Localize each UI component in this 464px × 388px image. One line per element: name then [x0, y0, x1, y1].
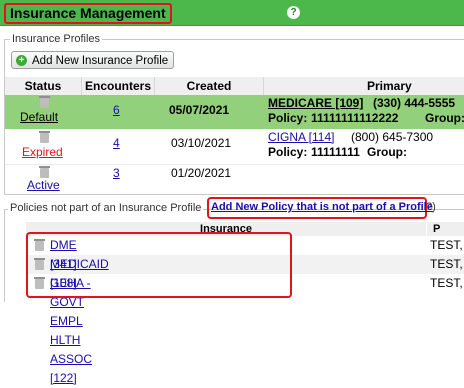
status-active-link[interactable]: Active [27, 178, 60, 192]
add-icon: + [16, 55, 27, 66]
table-row: Default 6 05/07/2021 MEDICARE [109] (330… [5, 95, 464, 129]
page-title: Insurance Management [4, 3, 172, 24]
policy-label: Policy: [268, 145, 308, 159]
policy-label: Policy: [268, 111, 308, 125]
insurance-profiles-legend: Insurance Profiles [10, 33, 103, 45]
column-header-encounters: Encounters [82, 77, 155, 95]
primary-phone: (800) 645-7300 [351, 130, 434, 144]
created-date: 05/07/2021 [169, 103, 230, 117]
policy-other-cell: TEST, [430, 238, 463, 252]
created-date: 03/10/2021 [171, 136, 232, 150]
trash-icon[interactable] [39, 96, 50, 108]
created-date: 01/20/2021 [171, 166, 232, 180]
add-insurance-profile-label: Add New Insurance Profile [32, 55, 169, 67]
add-insurance-profile-button[interactable]: + Add New Insurance Profile [11, 51, 174, 69]
policies-highlight [26, 232, 292, 298]
policy-other-cell: TEST, [430, 276, 463, 290]
column-header-status: Status [5, 77, 82, 95]
policy-number: 11111111 [311, 145, 360, 159]
trash-icon[interactable] [39, 131, 50, 143]
group-label: Group: [367, 145, 407, 159]
encounters-link[interactable]: 6 [113, 103, 120, 117]
primary-insurance-name[interactable]: MEDICARE [109] [268, 96, 363, 110]
policies-legend: Policies not part of an Insurance Profil… [8, 202, 204, 214]
table-row: Expired 4 03/10/2021 CIGNA [114] (800) 6… [5, 129, 464, 164]
primary-phone: (330) 444-5555 [373, 96, 456, 110]
primary-insurance-name[interactable]: CIGNA [114] [268, 130, 334, 144]
group-label: Group: [425, 111, 464, 125]
status-expired-link[interactable]: Expired [22, 145, 63, 159]
encounters-link[interactable]: 4 [113, 136, 120, 150]
policies-legend-suffix: ?) [426, 201, 436, 213]
encounters-link[interactable]: 3 [113, 166, 120, 180]
column-header-p: P [427, 222, 464, 236]
trash-icon[interactable] [39, 166, 50, 178]
add-new-policy-link[interactable]: Add New Policy that is not part of a Pro… [211, 201, 433, 214]
policy-number: 11111111112222 [311, 111, 399, 125]
status-default-link[interactable]: Default [20, 110, 58, 124]
policy-other-cell: TEST, [430, 257, 463, 271]
table-row: Active 3 01/20/2021 [5, 164, 464, 192]
column-header-created: Created [155, 77, 264, 95]
insurance-profiles-table: Status Encounters Created Primary Defaul… [5, 77, 464, 192]
help-icon[interactable]: ? [287, 6, 300, 19]
column-header-primary: Primary [264, 77, 464, 95]
page-header: Insurance Management ? [0, 0, 464, 26]
